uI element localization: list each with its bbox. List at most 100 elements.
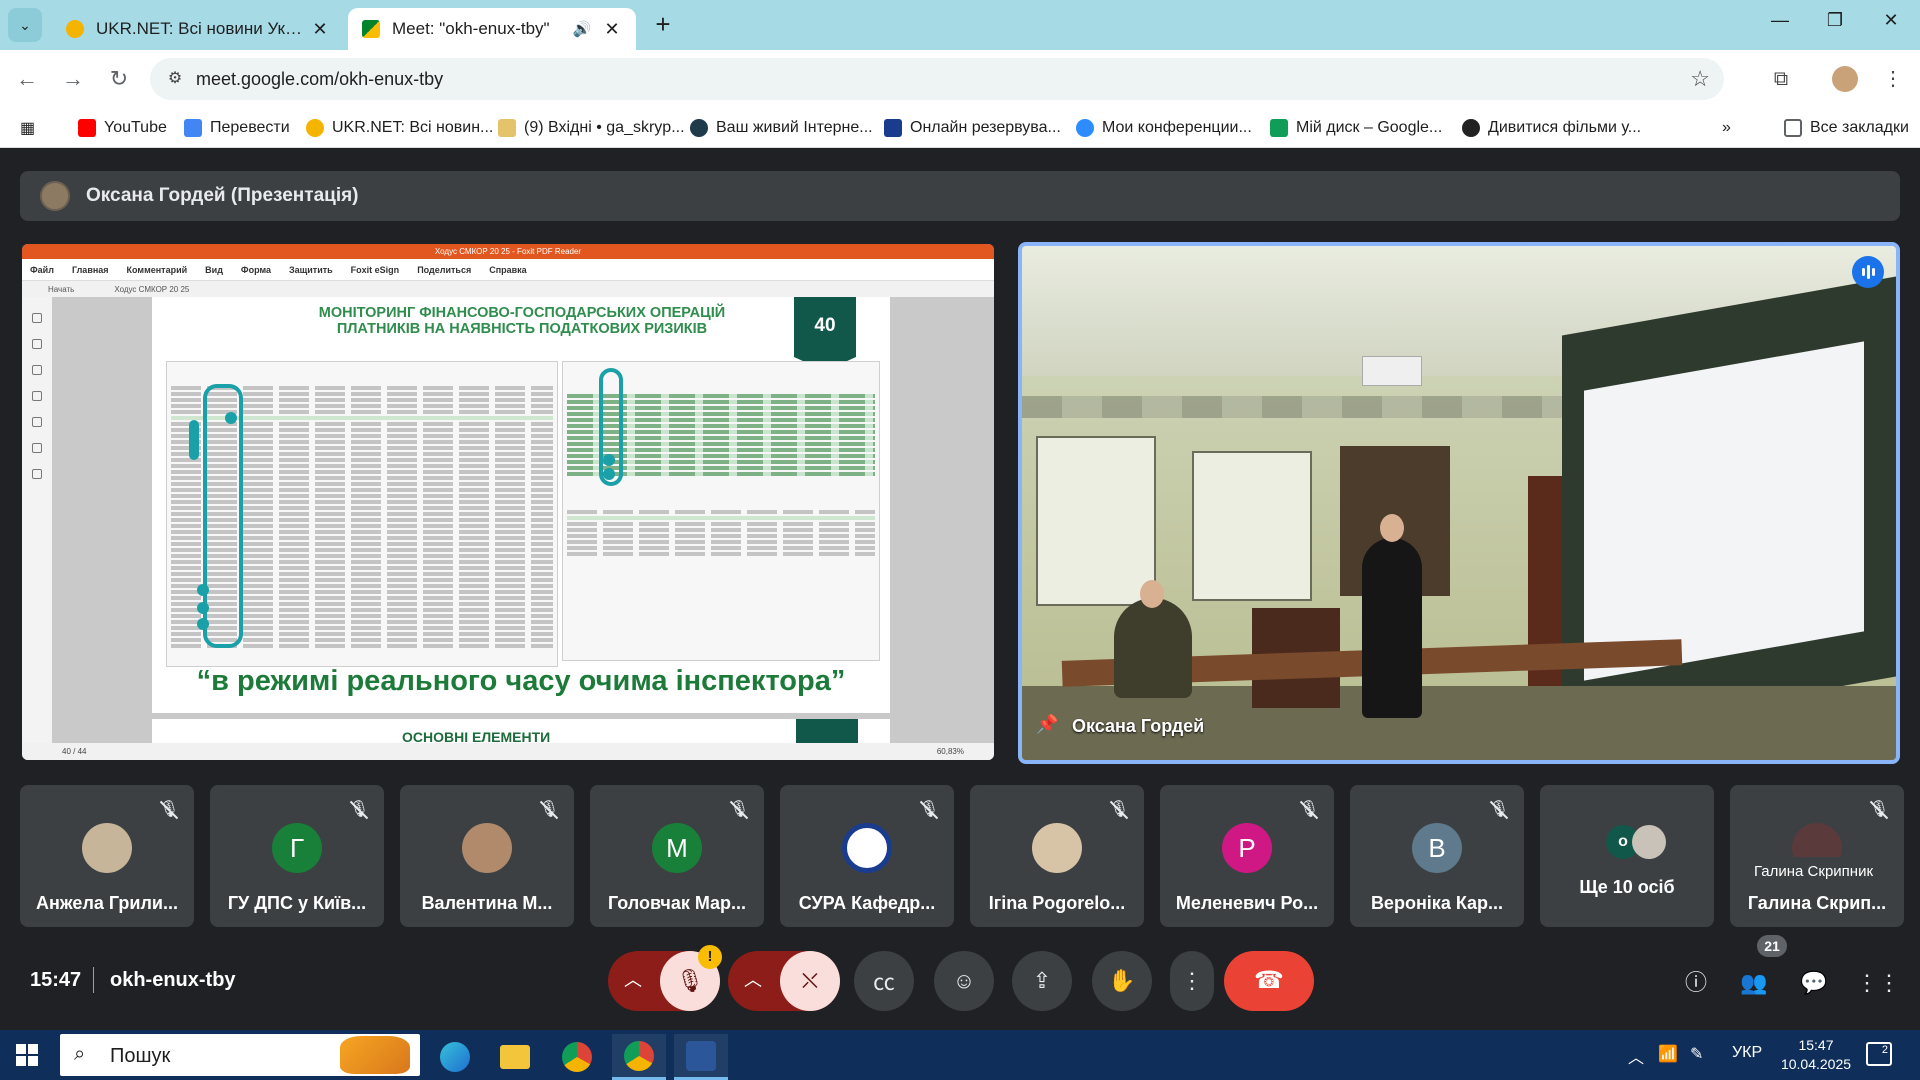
tab-search-button[interactable]: ⌄ xyxy=(8,8,42,42)
page-indicator: 40 / 44 xyxy=(62,747,87,756)
speaker-video-tile[interactable]: 📌 Оксана Гордей xyxy=(1018,242,1900,764)
site-info-icon[interactable]: ⚙ xyxy=(164,68,186,90)
meeting-time: 15:47 xyxy=(30,969,82,991)
bookmark-zoom[interactable]: Мои конференции... xyxy=(1076,116,1252,140)
notification-icon[interactable]: 2 xyxy=(1866,1042,1892,1066)
phone-hangup-icon: ☎ xyxy=(1254,967,1284,994)
chrome-icon xyxy=(562,1042,592,1072)
edge-app[interactable] xyxy=(428,1034,482,1080)
youtube-icon xyxy=(78,119,96,137)
word-app[interactable] xyxy=(674,1034,728,1080)
chevron-down-icon: ⌄ xyxy=(19,16,31,33)
bookmark-youtube[interactable]: YouTube xyxy=(78,116,167,140)
shared-screen-tile[interactable]: Ходус СМКОР 20 25 - Foxit PDF Reader Фай… xyxy=(22,244,994,760)
participant-tile[interactable]: 🎙 Г ГУ ДПС у Київ... xyxy=(210,785,384,927)
emoji-button[interactable]: ☺ xyxy=(934,951,994,1011)
address-bar[interactable]: ⚙ meet.google.com/okh-enux-tby ☆ xyxy=(150,58,1724,100)
avatar xyxy=(1032,823,1082,873)
extensions-icon[interactable]: ⧉ xyxy=(1764,62,1798,96)
leave-call-button[interactable]: ☎ xyxy=(1224,951,1314,1011)
bookmark-internet[interactable]: Ваш живий Інтерне... xyxy=(690,116,873,140)
participant-tile[interactable]: 🎙 СУРА Кафедр... xyxy=(780,785,954,927)
taskbar-search[interactable]: ⌕ Пошук xyxy=(60,1034,420,1076)
more-options-button[interactable]: ⋮ xyxy=(1170,951,1214,1011)
more-participants-tile[interactable]: о Ще 10 осіб xyxy=(1540,785,1714,927)
participant-tile[interactable]: 🎙 М Головчак Мар... xyxy=(590,785,764,927)
menu-dots-icon[interactable]: ⋮ xyxy=(1876,62,1910,96)
avatar: М xyxy=(652,823,702,873)
ukrnet-icon xyxy=(66,20,84,38)
people-icon[interactable]: 👥 xyxy=(1736,965,1772,1001)
bookmark-label: Мои конференции... xyxy=(1102,119,1252,136)
pdf-tab: Ходус СМКОР 20 25 xyxy=(114,284,190,294)
ukrnet-icon xyxy=(306,119,324,137)
participant-name: Ще 10 осіб xyxy=(1579,877,1675,897)
info-icon[interactable]: ⓘ xyxy=(1678,965,1714,1001)
language-indicator[interactable]: УКР xyxy=(1732,1044,1762,1062)
explorer-app[interactable] xyxy=(488,1034,542,1080)
camera-off-button[interactable]: ⛌ xyxy=(780,951,840,1011)
chevron-up-icon[interactable]: ︿ xyxy=(738,965,768,995)
present-button[interactable]: ⇪ xyxy=(1012,951,1072,1011)
close-icon[interactable]: ✕ xyxy=(310,19,330,40)
url-text[interactable]: meet.google.com/okh-enux-tby xyxy=(196,69,443,90)
taskbar-clock[interactable]: 15:47 10.04.2025 xyxy=(1776,1036,1856,1074)
participant-tile[interactable]: 🎙 Iгina Pogorelo... xyxy=(970,785,1144,927)
chevron-up-icon[interactable]: ︿ xyxy=(618,965,648,995)
restore-button[interactable]: ❐ xyxy=(1810,10,1860,38)
search-placeholder: Пошук xyxy=(110,1045,171,1067)
pdf-menu-item: Комментарий xyxy=(126,264,188,275)
chrome-app[interactable] xyxy=(550,1034,604,1080)
reload-icon[interactable]: ↻ xyxy=(104,64,134,94)
bookmark-translate[interactable]: Перевести xyxy=(184,116,290,140)
participant-tile[interactable]: 🎙 Р Меленевич Ро... xyxy=(1160,785,1334,927)
avatar: Г xyxy=(272,823,322,873)
pdf-tabs: Начать Ходус СМКОР 20 25 xyxy=(22,281,994,297)
bookmark-films[interactable]: Дивитися фільми у... xyxy=(1462,116,1641,140)
slide-slogan: “в режимі реального часу очима інспектор… xyxy=(196,665,846,697)
back-icon[interactable]: ← xyxy=(12,64,42,94)
star-icon[interactable]: ☆ xyxy=(1690,66,1710,92)
captions-button[interactable]: ㏄ xyxy=(854,951,914,1011)
pen-icon[interactable]: ✎ xyxy=(1690,1044,1703,1064)
new-tab-button[interactable]: + xyxy=(648,10,678,40)
activities-icon[interactable]: ⋮⋮ xyxy=(1856,965,1900,1001)
profile-avatar[interactable] xyxy=(1828,62,1862,96)
pdf-status-bar: 40 / 44 60,83% xyxy=(22,743,994,760)
tab-meet[interactable]: Meet: "okh-enux-tby" 🔊 ✕ xyxy=(348,8,636,50)
mic-off-icon: 🎙 xyxy=(158,799,180,821)
avatar xyxy=(82,823,132,873)
close-window-button[interactable]: ✕ xyxy=(1866,10,1916,38)
edge-icon xyxy=(440,1042,470,1072)
participant-tile[interactable]: 🎙 В Вероніка Кар... xyxy=(1350,785,1524,927)
all-bookmarks[interactable]: Все закладки xyxy=(1784,116,1909,140)
chat-icon[interactable]: 💬 xyxy=(1796,965,1832,1001)
participant-name: Галина Скрип... xyxy=(1747,893,1887,913)
bookmark-drive[interactable]: Мій диск – Google... xyxy=(1270,116,1442,140)
network-icon[interactable]: 📶 xyxy=(1658,1044,1678,1064)
chevron-right-icon[interactable]: » xyxy=(1722,116,1731,140)
bookmark-mail[interactable]: (9) Вхідні • ga_skryp... xyxy=(498,116,685,140)
tab-ukrnet[interactable]: UKR.NET: Всі новини України, о ✕ xyxy=(52,8,344,50)
participant-tile[interactable]: 🎙 Валентина М... xyxy=(400,785,574,927)
decor-pill xyxy=(189,420,199,460)
bookmark-booking[interactable]: Онлайн резервува... xyxy=(884,116,1061,140)
mic-off-icon: 🎙 xyxy=(1868,799,1890,821)
participant-tile[interactable]: 🎙 Галина Скрип... xyxy=(1730,785,1904,927)
raise-hand-button[interactable]: ✋ xyxy=(1092,951,1152,1011)
pdf-tab: Начать xyxy=(48,284,75,294)
participant-tile[interactable]: 🎙 Анжела Грили... xyxy=(20,785,194,927)
close-icon[interactable]: ✕ xyxy=(602,19,622,40)
pdf-sidebar xyxy=(22,297,52,743)
windows-start-icon[interactable] xyxy=(16,1044,38,1066)
chrome-running-app[interactable] xyxy=(612,1034,666,1080)
bookmark-ukrnet[interactable]: UKR.NET: Всі новин... xyxy=(306,116,493,140)
forward-icon[interactable]: → xyxy=(58,64,88,94)
apps-grid-icon[interactable]: ▦ xyxy=(20,116,35,140)
pin-icon[interactable]: 📌 xyxy=(1036,714,1058,738)
speaker-icon[interactable]: 🔊 xyxy=(570,20,594,38)
chevron-up-icon[interactable]: ︿ xyxy=(1628,1044,1644,1068)
name-tooltip: Галина Скрипник xyxy=(1744,857,1884,887)
participant-name: СУРА Кафедр... xyxy=(798,893,936,913)
minimize-button[interactable]: — xyxy=(1755,10,1805,38)
